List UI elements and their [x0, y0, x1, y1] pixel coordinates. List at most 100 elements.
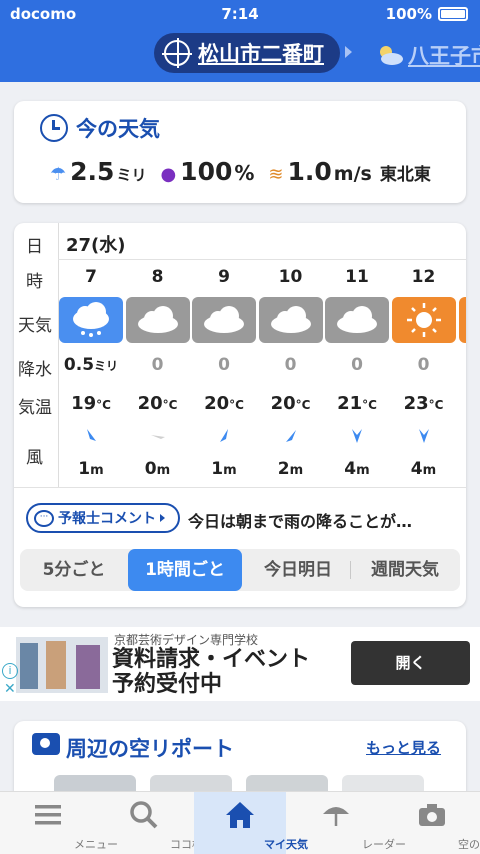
next-location-button[interactable]: 八王子市	[376, 40, 480, 70]
hour-label: 8	[151, 267, 164, 287]
ad-banner[interactable]: i ✕ 京都芸術デザイン専門学校 資料請求・イベント 予約受付中 開く	[0, 627, 480, 701]
wind-direction-icon	[220, 429, 228, 442]
tab-separator	[350, 561, 351, 579]
ad-headline-line2: 予約受付中	[112, 672, 223, 697]
day-label: 27(水)	[66, 235, 126, 256]
wind-speed-value: 4m	[410, 459, 437, 479]
current-weather-values: ☂ 2.5 ミリ ● 100 % ≋ 1.0 m/s 東北東	[50, 157, 445, 186]
ad-headline-line1: 資料請求・イベント	[112, 647, 311, 672]
tab-5min[interactable]: 5分ごと	[22, 549, 126, 591]
hour-label: 7	[85, 267, 97, 287]
tab-sky-photos[interactable]: 空の写真	[384, 792, 480, 854]
wind-direction-icon	[352, 429, 362, 443]
hour-label: 12	[411, 267, 436, 287]
battery-icon	[438, 7, 468, 21]
cloud-icon	[125, 297, 190, 343]
ad-info-icon[interactable]: i	[2, 663, 18, 679]
wind-unit: m/s	[333, 163, 372, 185]
hour-column: 8 0 20°C 0m	[125, 259, 191, 489]
wind-speed-value: 1m	[78, 459, 104, 479]
temp-value: 20°C	[204, 393, 244, 414]
wind-speed-value: 0m	[144, 459, 171, 479]
current-weather-heading: 今の天気	[76, 117, 160, 141]
row-label-wind: 風	[26, 448, 43, 468]
humidity-icon: ●	[160, 164, 177, 185]
home-icon	[226, 802, 254, 828]
wind-direction-icon	[285, 430, 296, 442]
ad-open-button[interactable]: 開く	[351, 641, 470, 685]
status-right: 100%	[386, 5, 468, 23]
wind-icon: ≋	[268, 164, 284, 185]
row-label-hour: 時	[26, 272, 43, 292]
hourly-forecast-card: 日 時 天気 降水 気温 風 27(水) 7 0.5ミリ 19°C 1m 8 0 20°C 0…	[14, 223, 466, 607]
wind-direction: 東北東	[379, 165, 431, 185]
see-more-link[interactable]: もっと見る	[366, 737, 441, 758]
hour-column: 10 0 20°C 2m	[258, 259, 324, 489]
humidity-value: 100	[180, 157, 233, 186]
temp-value: 19°C	[71, 393, 111, 414]
wind-value: 1.0	[287, 157, 332, 186]
wind-speed-value: 1m	[211, 459, 237, 479]
clock-time: 7:14	[221, 5, 259, 23]
hour-column: 11 0 21°C 4m	[324, 259, 390, 489]
hour-column: 7 0.5ミリ 19°C 1m	[58, 259, 124, 489]
wind-direction-icon	[150, 435, 165, 439]
tab-menu[interactable]: メニュー	[0, 792, 118, 854]
tab-my-weather[interactable]: マイ天気	[194, 792, 308, 854]
tab-search[interactable]: ココ検索	[96, 792, 214, 854]
rain-value: 2.5	[70, 157, 115, 186]
location-target-icon	[162, 38, 192, 68]
row-labels: 日 時 天気 降水 気温 風	[14, 223, 58, 488]
tab-today-tomorrow[interactable]: 今日明日	[246, 549, 350, 591]
temp-value: 20°C	[270, 393, 311, 414]
temp-value: 23°C	[403, 393, 444, 414]
wind-direction-icon	[418, 429, 429, 443]
rain-unit: ミリ	[116, 166, 147, 184]
comment-bubble-icon: ···	[34, 509, 54, 527]
app-header: docomo 7:14 100% 松山市二番町 八王子市	[0, 0, 480, 82]
forecaster-comment-text[interactable]: 今日は朝まで雨の降ることが…	[188, 508, 412, 532]
forecaster-comment-label: 予報士コメント	[58, 511, 156, 527]
battery-percent: 100%	[385, 5, 432, 23]
precip-value: 0	[351, 355, 363, 375]
sun-cloud-icon	[380, 46, 403, 65]
cloud-icon	[258, 297, 323, 343]
forecaster-comment-button[interactable]: ··· 予報士コメント	[26, 503, 180, 533]
wind-direction-icon	[87, 429, 96, 441]
hour-label: 9	[218, 267, 230, 287]
ad-image	[16, 637, 108, 693]
sky-report-title: 周辺の空リポート	[66, 737, 234, 761]
ad-close-icon[interactable]: ✕	[4, 681, 16, 697]
precip-value: 0	[417, 355, 430, 375]
clock-icon	[40, 114, 68, 142]
row-label-precip: 降水	[18, 360, 52, 380]
camera-icon	[32, 733, 60, 755]
card-divider	[14, 487, 466, 488]
current-location-button[interactable]: 松山市二番町	[154, 33, 340, 73]
ad-headline: 資料請求・イベント 予約受付中	[112, 647, 310, 697]
chevron-right-icon	[160, 514, 165, 522]
status-bar: docomo 7:14 100%	[0, 3, 480, 25]
current-location-name: 松山市二番町	[198, 42, 324, 66]
precip-value: 0	[218, 355, 230, 375]
tab-sky-photos-label: 空の写真	[458, 838, 480, 851]
forecast-interval-tabs: 5分ごと 1時間ごと 今日明日 週間天気	[20, 549, 460, 591]
tab-radar[interactable]: レーダー	[288, 792, 406, 854]
precip-value: 0	[151, 355, 164, 375]
row-label-temp: 気温	[18, 398, 52, 418]
current-weather-title: 今の天気	[32, 113, 160, 143]
temp-value: 21°C	[337, 393, 377, 414]
umbrella-icon	[323, 807, 349, 826]
row-label-weather: 天気	[18, 316, 52, 336]
hour-column: 9 0 20°C 1m	[191, 259, 257, 489]
next-hour-weather-icon	[459, 297, 466, 343]
tab-hourly[interactable]: 1時間ごと	[128, 549, 242, 591]
cloud-icon	[325, 297, 389, 343]
humidity-unit: %	[234, 161, 255, 185]
current-weather-card: 今の天気 ☂ 2.5 ミリ ● 100 % ≋ 1.0 m/s 東北東	[14, 101, 466, 203]
ad-advertiser: 京都芸術デザイン専門学校	[114, 633, 259, 647]
precip-value: 0.5ミリ	[63, 355, 119, 375]
tab-weekly[interactable]: 週間天気	[352, 549, 458, 591]
rain-cloud-icon	[59, 297, 123, 343]
cloud-icon	[192, 297, 256, 343]
